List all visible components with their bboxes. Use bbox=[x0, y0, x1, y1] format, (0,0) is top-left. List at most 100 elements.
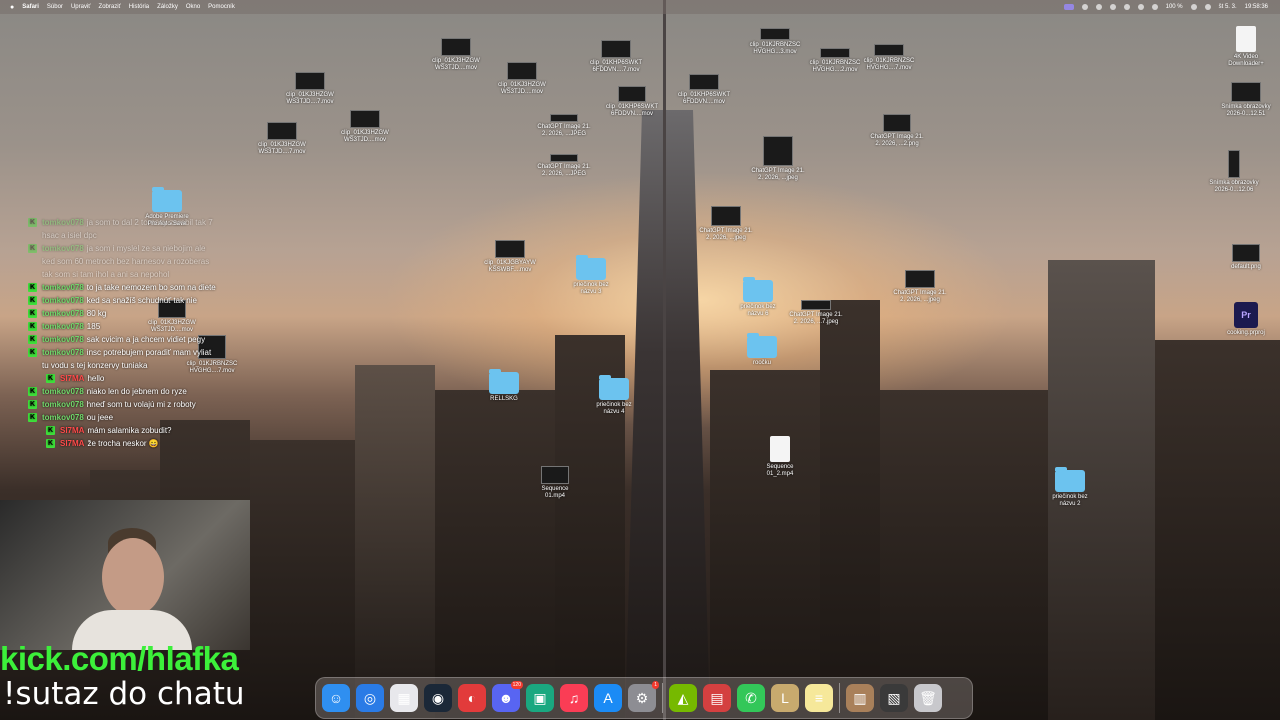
bluetooth-icon[interactable] bbox=[1123, 4, 1130, 10]
desktop-icon[interactable]: RELLSKG bbox=[464, 369, 544, 403]
date-label[interactable]: št 5. 3. bbox=[1219, 4, 1237, 10]
desktop-icon[interactable]: default.png bbox=[1206, 244, 1280, 271]
desktop-icon[interactable]: Pr cooking.prproj bbox=[1206, 302, 1280, 337]
menu-historia[interactable]: História bbox=[129, 4, 149, 10]
menu-okno[interactable]: Okno bbox=[186, 4, 200, 10]
desktop-icon[interactable]: clip_01KJ3HZGW WS3TJD....mov bbox=[325, 110, 405, 144]
dock-glyph: ◭ bbox=[677, 689, 689, 706]
desktop-icon[interactable]: priečinok bez názvu 3 bbox=[551, 255, 631, 296]
desktop-icon-label: priečinok bez názvu 6 bbox=[740, 304, 776, 317]
music-icon[interactable]: ♫ bbox=[560, 684, 588, 712]
app-store-icon[interactable]: A bbox=[594, 684, 622, 712]
chat-message: Ktomkov078 80 kg bbox=[28, 307, 218, 320]
desktop-icon[interactable]: clip_01KJRBNZSC HVGHG....7.mov bbox=[849, 44, 929, 72]
folder-icon bbox=[152, 187, 182, 212]
desktop-icon[interactable]: clip_01KHP6SWKT 6FDDVN....7.mov bbox=[576, 40, 656, 74]
dock-separator bbox=[662, 683, 663, 713]
notes-icon[interactable]: ≡ bbox=[805, 684, 833, 712]
desktop-icon-label: clip_01KJ3HZGW WS3TJD....7.mov bbox=[258, 142, 306, 155]
safari-icon[interactable]: ◎ bbox=[356, 684, 384, 712]
chat-message: Ktomkov078 ja som i myslel ze sa niebojim… bbox=[28, 242, 218, 281]
menu-zalozky[interactable]: Záložky bbox=[157, 4, 178, 10]
league-icon[interactable]: L bbox=[771, 684, 799, 712]
menu-upravit[interactable]: Upraviť bbox=[71, 4, 91, 10]
desktop-icon[interactable]: clip_01KJ3HZGW WS3TJD....7.mov bbox=[242, 122, 322, 156]
screenshots-icon[interactable]: ▧ bbox=[880, 684, 908, 712]
siri-icon[interactable] bbox=[1204, 4, 1211, 10]
desktop-icon-label: ChatGPT Image 21. 2. 2026, ...2.png bbox=[870, 134, 924, 147]
dock-glyph: ▣ bbox=[533, 689, 547, 706]
kick-badge-icon: K bbox=[28, 387, 37, 396]
chat-text: sak cvicim a ja chcem vidiet pegy bbox=[86, 335, 206, 344]
desktop-icon[interactable]: ChatGPT Image 21. 2. 2026, ...jpeg bbox=[686, 206, 766, 242]
desktop-icon[interactable]: clip_01KJ3HZGW WS3TJD....7.mov bbox=[270, 72, 350, 106]
menu-zobrazit[interactable]: Zobraziť bbox=[99, 4, 121, 10]
desktop-icon-label: ChatGPT Image 21. 2. 2026, ...jpeg bbox=[699, 228, 753, 241]
chat-text: ked sa snažíš schudnúť tak nie bbox=[86, 296, 197, 305]
dock-glyph: ⚙ bbox=[635, 689, 649, 706]
downloads-icon[interactable]: ▥ bbox=[846, 684, 874, 712]
menu-safari[interactable]: Safari bbox=[22, 4, 39, 10]
dock-glyph: ▦ bbox=[397, 689, 411, 706]
chat-message: Ktomkov078 ja som to dal 2 tornasy zarobi… bbox=[28, 216, 218, 242]
pocketcasts-icon[interactable]: ◐ bbox=[458, 684, 486, 712]
desktop-icon[interactable]: clip_01KJGBYAYW KSSWBF....mov bbox=[470, 240, 550, 274]
menu-pomocnik[interactable]: Pomocník bbox=[208, 4, 235, 10]
launchpad-icon[interactable]: ▦ bbox=[390, 684, 418, 712]
kick-badge-icon: K bbox=[28, 244, 37, 253]
desktop-icon[interactable]: roočku bbox=[722, 333, 802, 367]
menu-subor[interactable]: Súbor bbox=[47, 4, 63, 10]
desktop-icon[interactable]: clip_01KHP6SWKT 6FDDVN....mov bbox=[664, 74, 744, 106]
desktop-icon[interactable]: priečinok bez názvu 4 bbox=[574, 375, 654, 416]
system-settings-icon[interactable]: ⚙ 1 bbox=[628, 681, 659, 712]
control-icon[interactable] bbox=[1081, 4, 1088, 10]
desktop-icon[interactable]: ChatGPT Image 21. 2. 2026, ...jpeg bbox=[738, 136, 818, 182]
kick-badge-icon: K bbox=[28, 400, 37, 409]
desktop-icon[interactable]: clip_01KHP6SWKT 6FDDVN....mov bbox=[592, 86, 672, 118]
desktop-icon[interactable]: priečinok bez názvu 2 bbox=[1030, 467, 1110, 508]
thumbnail-icon bbox=[295, 72, 325, 90]
desktop-icon[interactable]: Snímka obrazovky 2026-0...12.06 bbox=[1194, 150, 1274, 194]
dock-glyph: ▧ bbox=[887, 689, 901, 706]
thumbnail-icon bbox=[541, 466, 569, 484]
folder-icon bbox=[576, 255, 606, 280]
desktop-icon[interactable]: Sequence 01.mp4 bbox=[515, 466, 595, 500]
chat-message: K SI7MA mám salamika zobudit? bbox=[28, 424, 218, 437]
desktop-icon[interactable]: priečinok bez názvu 6 bbox=[718, 277, 798, 318]
desktop-icon[interactable]: Sequence 01_2.mp4 bbox=[740, 436, 820, 478]
search-icon[interactable] bbox=[1151, 4, 1158, 10]
desktop-icon[interactable]: ChatGPT Image 21. 2. 2026, ...JPEG bbox=[524, 114, 604, 138]
time-label[interactable]: 19:58:36 bbox=[1245, 4, 1268, 10]
desktop-icon[interactable]: ChatGPT Image 21. 2. 2026, ...2.png bbox=[857, 114, 937, 148]
finder-icon[interactable]: ☺ bbox=[322, 684, 350, 712]
wifi-icon[interactable] bbox=[1137, 4, 1144, 10]
thumbnail-icon bbox=[441, 38, 471, 56]
desktop-icon[interactable]: Snímka obrazovky 2026-0...12.51 bbox=[1206, 82, 1280, 118]
discord-icon[interactable]: ☻ 120 bbox=[492, 681, 523, 712]
desktop-icon[interactable]: ChatGPT Image 21. 2. 2026, ...JPEG bbox=[524, 154, 604, 178]
apple-menu-icon[interactable]: ● bbox=[10, 4, 14, 11]
chat-text: 185 bbox=[86, 322, 101, 331]
trash-icon[interactable]: 🗑 bbox=[914, 684, 942, 712]
phone-icon[interactable]: ✆ bbox=[737, 684, 765, 712]
desktop-icon-label: ChatGPT Image 21. 2. 2026, ...JPEG bbox=[537, 124, 591, 137]
desktop-icon[interactable]: 4K Video Downloader+ bbox=[1206, 26, 1280, 68]
chat-message: Ktomkov078 185 bbox=[28, 320, 218, 333]
screen-record-icon[interactable] bbox=[1063, 4, 1074, 10]
desktop-icon[interactable]: ChatGPT Image 21. 2. 2026, ...jpeg bbox=[880, 270, 960, 304]
folder-icon bbox=[489, 369, 519, 394]
kick-badge-icon: K bbox=[46, 426, 55, 435]
terminal-app-icon[interactable]: ▣ bbox=[526, 684, 554, 712]
chat-username: tomkov078 bbox=[42, 400, 84, 409]
control-center-icon[interactable] bbox=[1190, 4, 1197, 10]
chat-username: tomkov078 bbox=[42, 309, 84, 318]
steam-icon[interactable]: ◉ bbox=[424, 684, 452, 712]
nvidia-icon[interactable]: ◭ bbox=[669, 684, 697, 712]
display-icon[interactable] bbox=[1109, 4, 1116, 10]
dock-separator bbox=[839, 683, 840, 713]
desktop-icon[interactable]: clip_01KJ3HZGW WS3TJD....mov bbox=[482, 62, 562, 96]
desktop-icon-label: clip_01KJRBNZSC HVGHG...3.mov bbox=[749, 42, 801, 55]
file-icon bbox=[1236, 26, 1256, 52]
focus-icon[interactable] bbox=[1095, 4, 1102, 10]
calculator-app-icon[interactable]: ▤ bbox=[703, 684, 731, 712]
